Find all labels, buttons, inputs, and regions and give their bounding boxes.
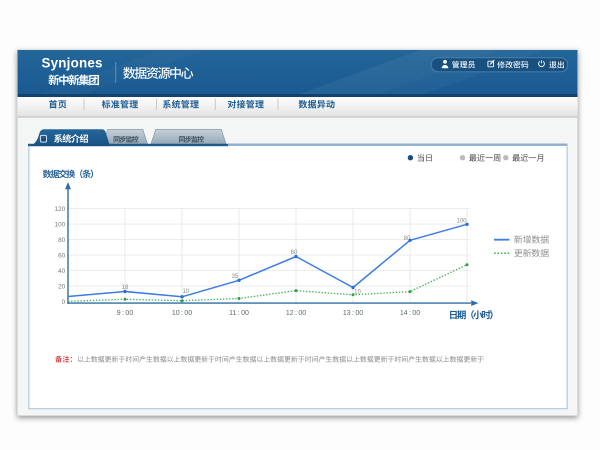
svg-text:60: 60 [58,253,66,260]
svg-text:100: 100 [55,222,66,229]
svg-text:10 : 00: 10 : 00 [172,310,192,317]
svg-text:60: 60 [291,250,298,256]
svg-text:11 : 00: 11 : 00 [229,310,249,317]
svg-text:0: 0 [62,299,66,306]
svg-text:14 : 00: 14 : 00 [400,310,420,317]
svg-text:80: 80 [404,236,411,242]
svg-text:18: 18 [122,285,129,291]
svg-text:9 : 00: 9 : 00 [117,310,134,317]
svg-text:12 : 00: 12 : 00 [286,310,306,317]
svg-text:120: 120 [55,206,66,213]
svg-text:13 : 00: 13 : 00 [343,310,363,317]
svg-text:100: 100 [456,219,467,225]
svg-text:35: 35 [232,274,239,280]
svg-text:10: 10 [354,290,361,296]
svg-text:Synjones: Synjones [42,55,103,70]
svg-text:10: 10 [182,289,189,295]
svg-text:40: 40 [58,268,66,275]
svg-text:80: 80 [58,237,66,244]
svg-text:20: 20 [58,284,66,291]
